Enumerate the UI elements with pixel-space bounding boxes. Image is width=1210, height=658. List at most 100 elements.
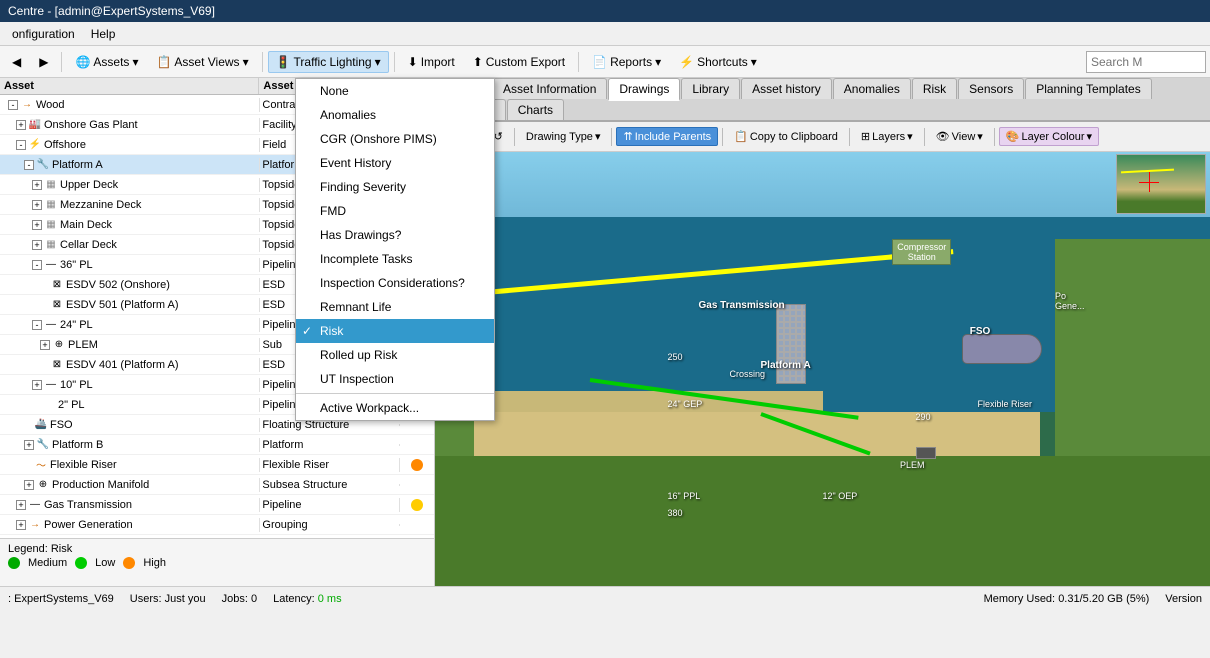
custom-export-label: Custom Export [486, 55, 565, 69]
asset-views-chevron: ▾ [243, 55, 249, 69]
dropdown-incomplete-tasks[interactable]: Incomplete Tasks [296, 247, 494, 271]
legend-low-label: Low [95, 557, 115, 569]
expand-wood[interactable]: - [8, 100, 18, 110]
layer-colour-chevron: ▾ [1087, 130, 1093, 143]
dropdown-none[interactable]: None [296, 79, 494, 103]
shortcuts-icon: ⚡ [679, 55, 694, 69]
list-item[interactable]: + ⊕ Production Manifold Subsea Structure [0, 475, 434, 495]
cellardeck-icon: ▦ [44, 238, 58, 252]
tab-drawings[interactable]: Drawings [608, 78, 680, 101]
expand-manifold[interactable]: + [24, 480, 34, 490]
layers-button[interactable]: ⊞ Layers ▾ [854, 127, 920, 146]
drawing-area[interactable]: CompressorStation Platform A FSO PLEM Fl… [435, 152, 1210, 586]
tab-sensors[interactable]: Sensors [958, 78, 1024, 99]
main-area: Asset Asset Type - → Wood Contractor + 🏭 [0, 78, 1210, 586]
offshore-icon: ⚡ [28, 138, 42, 152]
tab-planning[interactable]: Planning Templates [1025, 78, 1152, 99]
layers-label: Layers [872, 131, 905, 143]
marker-380: 380 [668, 508, 683, 518]
onshore-label: Onshore Gas Plant [44, 119, 138, 131]
gastrans-icon: — [28, 498, 42, 512]
dropdown-anomalies[interactable]: Anomalies [296, 103, 494, 127]
tab-anomalies[interactable]: Anomalies [833, 78, 911, 99]
list-item[interactable]: + — Gas Transmission Pipeline [0, 495, 434, 515]
expand-cellardeck[interactable]: + [32, 240, 42, 250]
expand-plem[interactable]: + [40, 340, 50, 350]
mezzdeck-icon: ▦ [44, 198, 58, 212]
dropdown-inspection[interactable]: Inspection Considerations? [296, 271, 494, 295]
menu-help[interactable]: Help [83, 25, 124, 43]
expand-platformb[interactable]: + [24, 440, 34, 450]
pl2-label: 2" PL [58, 399, 85, 411]
dropdown-event-history[interactable]: Event History [296, 151, 494, 175]
import-button[interactable]: ⬇ Import [400, 51, 463, 73]
list-item[interactable]: + 🔧 Platform B Platform [0, 435, 434, 455]
include-parents-button[interactable]: ⇈ Include Parents [616, 127, 718, 146]
draw-sep4 [849, 128, 850, 146]
tab-charts[interactable]: Charts [507, 99, 564, 120]
legend-title: Legend: Risk [8, 543, 426, 555]
tab-asset-info[interactable]: Asset Information [492, 78, 607, 99]
expand-onshore[interactable]: + [16, 120, 26, 130]
expand-offshore[interactable]: - [16, 140, 26, 150]
expand-powergen[interactable]: + [16, 520, 26, 530]
search-input[interactable] [1086, 51, 1206, 73]
shortcuts-button[interactable]: ⚡ Shortcuts ▾ [671, 51, 765, 73]
traffic-icon: 🚦 [276, 55, 291, 69]
custom-export-button[interactable]: ⬆ Custom Export [465, 51, 573, 73]
nav-back-button[interactable]: ◀ [4, 51, 29, 73]
copy-clipboard-button[interactable]: 📋 Copy to Clipboard [727, 127, 845, 146]
maindeck-icon: ▦ [44, 218, 58, 232]
plem-icon: ⊕ [52, 338, 66, 352]
asset-views-button[interactable]: 📋 Asset Views ▾ [148, 51, 256, 73]
status-dot-yellow [411, 499, 423, 511]
dropdown-finding-severity[interactable]: Finding Severity [296, 175, 494, 199]
list-item[interactable]: 〜 Flexible Riser Flexible Riser [0, 455, 434, 475]
tab-risk[interactable]: Risk [912, 78, 957, 99]
expand-10pl[interactable]: + [32, 380, 42, 390]
tab-asset-history[interactable]: Asset history [741, 78, 832, 99]
list-item[interactable]: + → Power Generation Grouping [0, 515, 434, 535]
expand-upperdeck[interactable]: + [32, 180, 42, 190]
assets-button[interactable]: 🌐 Assets ▾ [67, 51, 146, 73]
marker-290: 290 [916, 412, 931, 422]
dropdown-cgr[interactable]: CGR (Onshore PIMS) [296, 127, 494, 151]
drawing-toolbar: − ⊞ ↺ Drawing Type ▾ ⇈ Include Parents 📋… [435, 122, 1210, 152]
view-button[interactable]: 👁 View ▾ [929, 127, 990, 146]
draw-sep2 [611, 128, 612, 146]
draw-sep6 [994, 128, 995, 146]
menu-configuration[interactable]: onfiguration [4, 25, 83, 43]
dropdown-remnant-life[interactable]: Remnant Life [296, 295, 494, 319]
dropdown-has-drawings[interactable]: Has Drawings? [296, 223, 494, 247]
assets-chevron: ▾ [132, 55, 138, 69]
traffic-lighting-label: Traffic Lighting [294, 55, 372, 69]
layer-colour-label: Layer Colour [1022, 131, 1085, 143]
dropdown-ut-inspection[interactable]: UT Inspection [296, 367, 494, 391]
dropdown-active-workpack[interactable]: Active Workpack... [296, 396, 494, 420]
reports-button[interactable]: 📄 Reports ▾ [584, 51, 669, 73]
right-panel: Asset Asset Information Drawings Library… [435, 78, 1210, 586]
pl36-icon: — [44, 258, 58, 272]
esdv502-label: ESDV 502 (Onshore) [66, 279, 170, 291]
nav-forward-button[interactable]: ▶ [31, 51, 56, 73]
tab-library[interactable]: Library [681, 78, 740, 99]
expand-36pl[interactable]: - [32, 260, 42, 270]
layer-colour-button[interactable]: 🎨 Layer Colour ▾ [999, 127, 1099, 146]
expand-mezzdeck[interactable]: + [32, 200, 42, 210]
expand-24pl[interactable]: - [32, 320, 42, 330]
expand-maindeck[interactable]: + [32, 220, 42, 230]
include-parents-icon: ⇈ [623, 130, 632, 143]
expand-platforma[interactable]: - [24, 160, 34, 170]
dropdown-fmd[interactable]: FMD [296, 199, 494, 223]
legend-dot-low [75, 557, 87, 569]
dropdown-rolled-up-risk[interactable]: Rolled up Risk [296, 343, 494, 367]
legend-items: Medium Low High [8, 557, 426, 569]
reports-chevron: ▾ [655, 55, 661, 69]
flexible-riser-map-label: Flexible Riser [978, 399, 1033, 409]
compressor-station-label: CompressorStation [892, 239, 951, 265]
drawing-type-button[interactable]: Drawing Type ▾ [519, 127, 608, 146]
assets-label: Assets [93, 55, 129, 69]
dropdown-risk[interactable]: ✓ Risk [296, 319, 494, 343]
traffic-lighting-button[interactable]: 🚦 Traffic Lighting ▾ [268, 51, 389, 73]
expand-gastrans[interactable]: + [16, 500, 26, 510]
